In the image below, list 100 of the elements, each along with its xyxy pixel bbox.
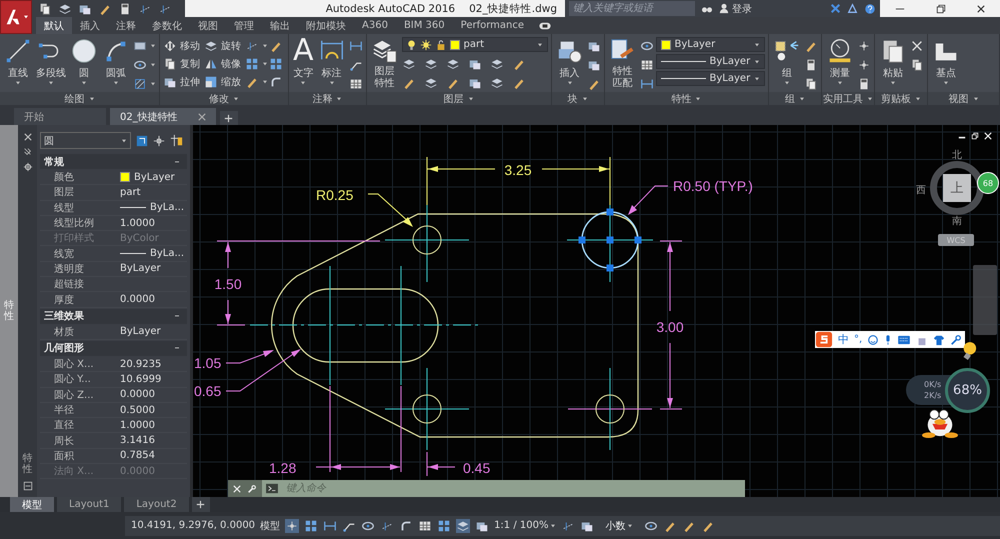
memory-gauge[interactable]: 68% [945,368,990,413]
panel-title[interactable]: 视图 [928,92,999,105]
section-header[interactable]: 三维效果 [40,308,187,324]
panel-title[interactable]: 特性 [604,92,768,105]
document-tab[interactable]: 开始 [14,108,106,125]
paste-button[interactable]: 粘贴 [878,37,908,85]
property-value[interactable]: ByLa... [120,248,187,260]
app-title: Autodesk AutoCAD 2016 [326,2,456,14]
ribbon-tab[interactable]: BIM 360 [396,17,453,34]
base-point-button[interactable]: 基点 [931,37,962,85]
measure-button[interactable]: 测量 [825,37,856,85]
ribbon-tab[interactable]: 附加模块 [298,17,354,34]
text-tool-button[interactable]: A 文字 [292,37,315,85]
property-label: 周长 [54,434,75,448]
command-input[interactable]: 键入命令 [282,480,745,497]
property-value[interactable]: 0.0000 [120,389,187,400]
property-label: 图层 [54,186,75,200]
property-value[interactable]: ByLa... [120,202,187,214]
property-dropdown[interactable]: ByLayer [656,54,766,69]
draw-tool-button[interactable]: 圆弧 [101,37,131,85]
property-value[interactable]: 20.9235 [120,358,187,370]
coordinates-readout: 10.4191, 9.2976, 0.0000 [131,520,256,531]
property-value[interactable]: part [120,186,187,198]
modify-tool-button[interactable]: 缩放 [204,75,241,89]
property-value[interactable]: ByLayer [120,263,187,274]
modify-tool-button[interactable]: 旋转 [204,39,241,53]
units-dropdown[interactable]: 小数 [599,518,640,532]
modify-tool-button[interactable]: 复制 [163,57,200,71]
ribbon-tab[interactable]: 注释 [108,17,144,34]
panel-title[interactable]: 绘图 [0,92,159,105]
dimension-label: 1.05 [194,355,222,371]
modify-tool-button[interactable]: 移动 [163,39,200,53]
property-value[interactable]: 10.6999 [120,374,187,385]
layout-tab[interactable]: 模型 [10,497,54,512]
property-dropdown[interactable]: ByLayer [656,71,766,86]
input-mode[interactable]: 中 [838,332,849,347]
compass-label: 北 [952,148,962,162]
property-value[interactable]: ByLayer [120,172,187,183]
property-label: 厚度 [54,294,75,307]
layout-tab[interactable]: Layout2 [124,497,189,512]
ribbon-tab[interactable]: Performance [452,17,532,34]
dimension-label: 1.50 [214,276,242,292]
panel-title[interactable]: 修改 [160,92,288,105]
panel-title[interactable]: 实用工具 [822,92,874,105]
property-label: 材质 [54,326,75,339]
insert-button[interactable]: 插入 [554,37,585,85]
layer-dropdown[interactable]: part [402,37,548,52]
section-header[interactable]: 几何图形 [40,340,187,356]
property-value[interactable]: 3.1416 [120,435,187,446]
dimension-tool-button[interactable]: 标注 [316,37,347,85]
property-value[interactable]: 1.0000 [120,420,187,431]
document-tab[interactable]: 02_快捷特性 [110,108,216,125]
ribbon-tab[interactable]: 默认 [36,17,72,34]
ribbon-tab[interactable]: 输出 [262,17,298,34]
modify-tool-button[interactable]: 镜像 [204,57,241,71]
search-field[interactable]: 键入关键字或短语 [569,1,695,16]
property-dropdown[interactable]: ByLayer [656,37,766,52]
property-value[interactable]: 0.5000 [120,404,187,416]
draw-tool-button[interactable]: 圆 [69,37,99,85]
annotation-scale-button[interactable]: 1:1 / 100% [494,520,556,531]
compass-label: 南 [952,214,962,228]
property-value[interactable]: ByLayer [120,326,187,338]
modify-tool-button[interactable]: 拉伸 [163,75,200,89]
layout-tab[interactable]: Layout1 [57,497,122,512]
panel-title[interactable]: 剪贴板 [875,92,928,105]
view-cube-face[interactable]: 上 [943,174,971,202]
draw-tool-button[interactable]: 多段线 [35,37,67,85]
ribbon-tab[interactable]: 参数化 [144,17,190,34]
layer-properties-button[interactable]: 图层特性 [370,37,400,90]
panel-title[interactable]: 块 [552,92,604,105]
section-header[interactable]: 常规 [40,154,187,169]
punctuation-mode[interactable]: °, [854,334,862,345]
ribbon-tab[interactable]: 视图 [190,17,226,34]
property-value[interactable]: 0.0000 [120,294,187,306]
panel-title[interactable]: 注释 [289,92,366,105]
property-label: 圆心 Z... [54,388,95,402]
panel-title[interactable]: 图层 [366,92,551,105]
ribbon-tab[interactable]: 管理 [226,17,262,34]
property-value[interactable]: 1.0000 [120,218,187,229]
ribbon-tab[interactable]: 插入 [72,17,108,34]
ribbon-tab[interactable]: A360 [354,17,396,34]
property-label: 线型比例 [54,216,95,230]
property-label: 法向 X... [54,464,95,478]
dimension-label: 1.28 [269,460,296,476]
property-label: 透明度 [54,262,85,276]
object-type-dropdown[interactable]: 圆 [40,132,131,149]
group-button[interactable]: 组 [772,37,802,85]
property-label: 直径 [54,418,75,432]
match-properties-button[interactable]: 特性匹配 [608,37,638,90]
property-value[interactable]: 0.7854 [120,450,187,462]
draw-tool-button[interactable]: 直线 [3,37,33,85]
panel-title[interactable]: 组 [769,92,822,105]
property-label: 超链接 [54,278,85,292]
file-name: 02_快捷特性.dwg [469,2,557,16]
model-space-button[interactable]: 模型 [260,518,280,532]
dimension-label: 3.25 [504,162,532,178]
dimension-label: 0.45 [463,460,490,476]
sign-in-button[interactable]: 登录 [719,2,752,16]
property-label: 打印样式 [54,232,95,246]
property-label: 圆心 Y... [54,372,92,386]
